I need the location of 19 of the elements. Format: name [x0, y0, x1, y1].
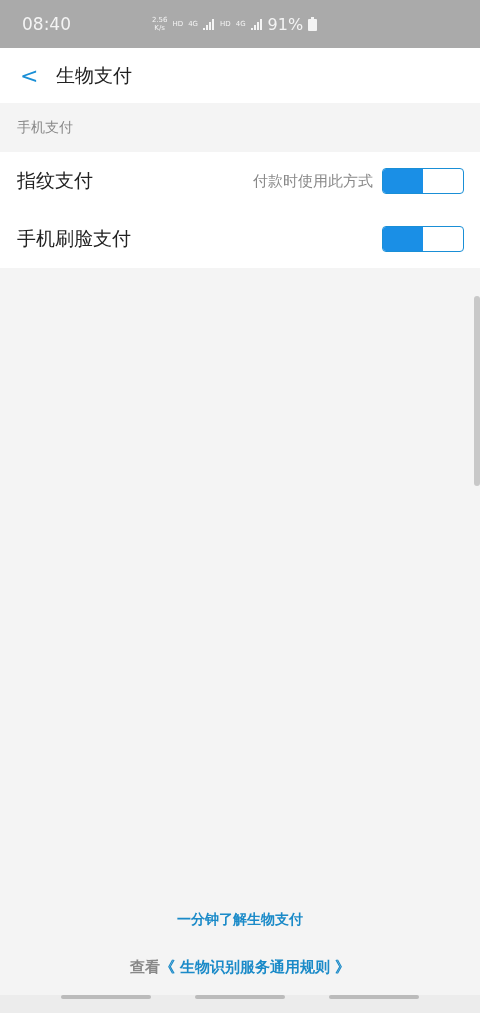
nav-handle[interactable]: [329, 995, 419, 999]
setting-label: 指纹支付: [17, 168, 94, 193]
setting-hint: 付款时使用此方式: [253, 171, 373, 191]
rules-link[interactable]: 《 生物识别服务通用规则 》: [159, 958, 351, 977]
section-label: 手机支付: [16, 117, 74, 137]
status-time: 08:40: [22, 14, 71, 34]
nav-handle[interactable]: [61, 995, 151, 999]
battery-icon: [308, 17, 318, 31]
rules-prefix: 查看: [129, 958, 160, 977]
learn-link[interactable]: 一分钟了解生物支付: [177, 911, 303, 929]
signal-icon: [203, 18, 215, 30]
toggle-switch[interactable]: [382, 168, 464, 194]
signal-icon: [250, 18, 263, 30]
back-button[interactable]: <: [20, 63, 39, 88]
battery-level: 91%: [267, 14, 304, 34]
nav-handle[interactable]: [195, 995, 285, 999]
toggle-switch[interactable]: [382, 226, 464, 252]
setting-label: 手机刷脸支付: [17, 226, 132, 251]
page-title: 生物支付: [56, 62, 133, 88]
